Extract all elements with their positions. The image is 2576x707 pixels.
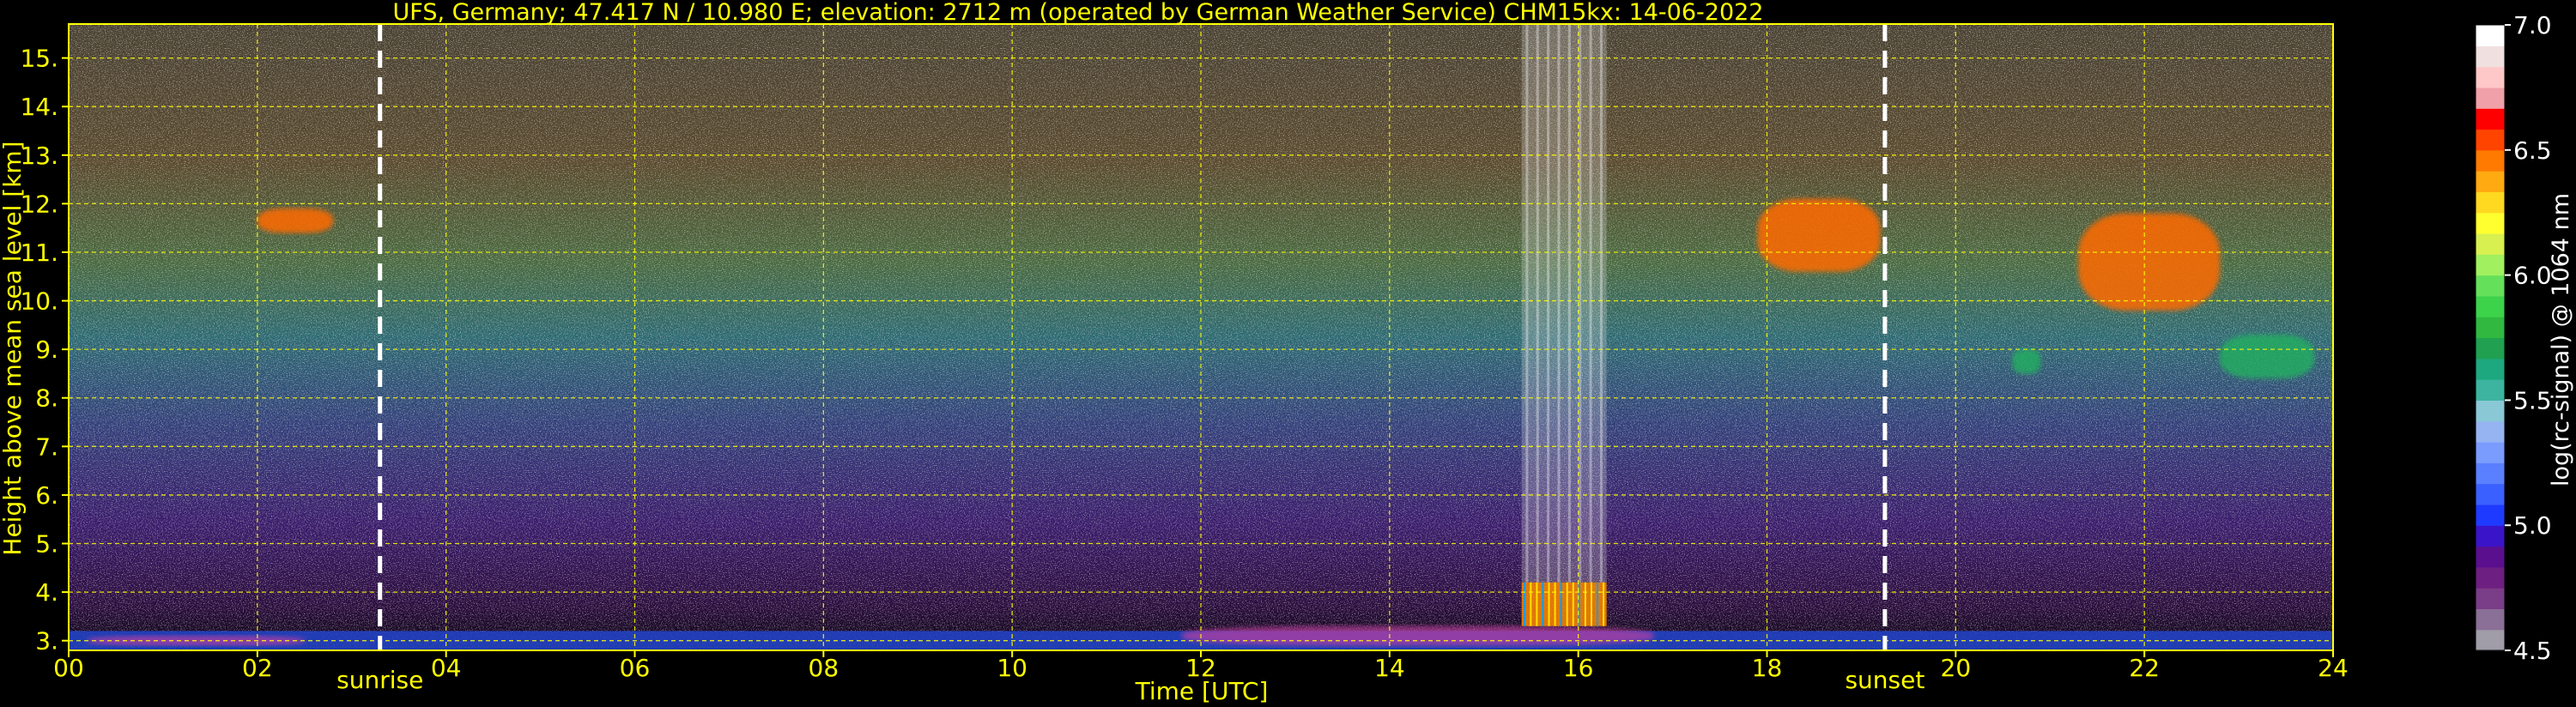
colorbar-swatch-24 [2476,129,2505,151]
feature-aerosol-layer-2 [1182,625,1654,646]
colorbar-swatch-9 [2476,442,2505,463]
colorbar-swatch-1 [2476,608,2505,631]
y-tick-label-9: 9. [35,335,58,364]
x-tick-label-24: 24 [2318,654,2349,682]
colorbar-tick-label-6.5: 6.5 [2513,136,2552,165]
colorbar-tick-label-7.0: 7.0 [2513,11,2552,39]
colorbar-swatch-7 [2476,483,2505,505]
x-tick-label-18: 18 [1752,654,1783,682]
colorbar-swatch-3 [2476,566,2505,589]
colorbar-swatch-16 [2476,295,2505,317]
colorbar-swatch-8 [2476,462,2505,485]
feature-cirrus-fallstreak-8 [2012,349,2041,374]
y-tick-label-8: 8. [35,384,58,413]
colorbar-swatch-13 [2476,358,2505,380]
colorbar-tick-label-5.0: 5.0 [2513,511,2552,540]
colorbar-swatch-6 [2476,504,2505,526]
y-tick-label-6: 6. [35,481,58,510]
colorbar-swatch-0 [2476,629,2505,651]
plot-area: sunrise sunset [68,23,2334,694]
feature-noise-columns-4 [1521,24,1607,583]
colorbar-swatch-26 [2476,87,2505,109]
colorbar-tick-label-5.5: 5.5 [2513,386,2552,414]
y-tick-label-3: 3. [35,627,58,656]
colorbar-swatch-29 [2476,25,2505,46]
colorbar-swatch-20 [2476,212,2505,234]
colorbar-label: log(rc-signal) @ 1064 nm [2548,193,2574,486]
colorbar-swatch-10 [2476,420,2505,443]
colorbar-swatch-19 [2476,233,2505,255]
colorbar-swatch-18 [2476,254,2505,276]
chart-svg: sunrise sunset 00 02 04 06 08 10 12 14 16 18 20 22 24… [0,0,2574,705]
colorbar-swatch-11 [2476,400,2505,422]
y-tick-label-5: 5. [35,530,58,559]
x-tick-label-02: 02 [242,654,273,682]
colorbar-swatch-2 [2476,588,2505,609]
colorbar-swatch-4 [2476,546,2505,568]
x-tick-label-08: 08 [809,654,839,682]
x-tick-label-10: 10 [997,654,1027,682]
y-axis-label: Height above mean sea level [km] [0,141,27,555]
x-tick-label-04: 04 [431,654,462,682]
x-tick-label-16: 16 [1563,654,1594,682]
x-tick-label-14: 14 [1374,654,1405,682]
colorbar: 4.5 5.0 5.5 6.0 6.5 7.0 [2475,11,2552,665]
colorbar-swatch-28 [2476,45,2505,68]
feature-precipitation-streaks-3 [1521,582,1607,626]
colorbar-swatch-23 [2476,149,2505,172]
chart-title: UFS, Germany; 47.417 N / 10.980 E; eleva… [393,0,1764,26]
x-tick-label-20: 20 [1941,654,1972,682]
x-tick-label-22: 22 [2129,654,2160,682]
y-axis-ticks: 3.4.5.6.7.8.9.10.11.12.13.14.15. [20,45,69,656]
y-tick-label-4: 4. [35,578,58,607]
feature-cirrus-fallstreak-9 [2220,335,2315,379]
colorbar-swatch-27 [2476,66,2505,88]
colorbar-swatch-25 [2476,108,2505,130]
colorbar-swatch-12 [2476,379,2505,401]
colorbar-swatch-21 [2476,191,2505,214]
y-tick-label-7: 7. [35,432,58,461]
feature-cirrus-7 [2078,213,2221,311]
lidar-quicklook-chart: sunrise sunset 00 02 04 06 08 10 12 14 16 18 20 22 24… [0,0,2576,707]
x-tick-label-00: 00 [53,654,84,682]
y-tick-label-14: 14. [20,93,58,121]
feature-cirrus-5 [257,208,333,233]
colorbar-swatch-15 [2476,317,2505,339]
feature-cirrus-6 [1757,198,1881,272]
vline-label-sunrise: sunrise [336,666,423,694]
colorbar-swatch-14 [2476,337,2505,360]
colorbar-swatch-5 [2476,525,2505,547]
colorbar-swatch-17 [2476,275,2505,297]
colorbar-tick-label-6.0: 6.0 [2513,262,2552,290]
x-tick-label-06: 06 [620,654,651,682]
vline-label-sunset: sunset [1845,666,1924,694]
colorbar-swatch-22 [2476,171,2505,192]
x-axis-label: Time [UTC] [1135,677,1269,705]
y-tick-label-15: 15. [20,45,58,73]
colorbar-tick-label-4.5: 4.5 [2513,637,2552,665]
